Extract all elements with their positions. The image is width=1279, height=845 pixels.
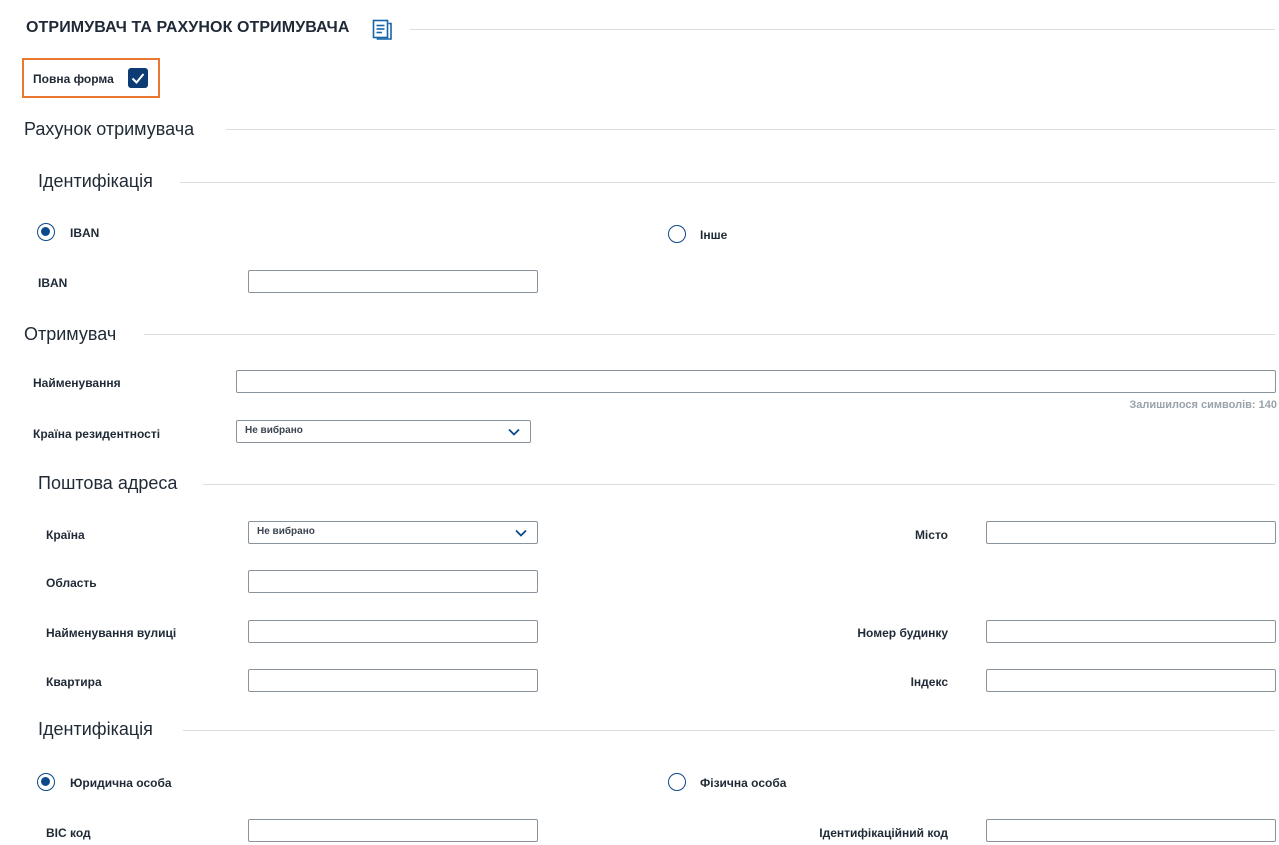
bic-label: BIC код bbox=[46, 826, 91, 840]
city-input[interactable] bbox=[986, 521, 1276, 544]
street-input[interactable] bbox=[248, 620, 538, 643]
account-section-title: Рахунок отримувача bbox=[24, 119, 195, 139]
id-code-label: Ідентифікаційний код bbox=[819, 826, 948, 840]
residence-country-select[interactable]: Не вибрано bbox=[236, 420, 531, 443]
residence-country-value: Не вибрано bbox=[245, 425, 303, 436]
full-form-checkbox[interactable] bbox=[128, 68, 148, 88]
checkmark-icon bbox=[131, 73, 145, 84]
city-label: Місто bbox=[914, 528, 948, 542]
apartment-label: Квартира bbox=[46, 675, 102, 689]
country-value: Не вибрано bbox=[257, 526, 315, 537]
iban-input[interactable] bbox=[248, 270, 538, 293]
chevron-down-icon bbox=[508, 428, 520, 436]
recipient-section-title: Отримувач bbox=[24, 324, 117, 344]
residence-country-label: Країна резидентності bbox=[33, 427, 161, 441]
full-form-label: Повна форма bbox=[33, 72, 114, 86]
title-divider bbox=[410, 29, 1275, 30]
index-input[interactable] bbox=[986, 669, 1276, 692]
region-label: Область bbox=[46, 576, 97, 590]
apartment-input[interactable] bbox=[248, 669, 538, 692]
radio-individual[interactable] bbox=[668, 773, 686, 791]
name-input[interactable] bbox=[236, 370, 1276, 393]
house-input[interactable] bbox=[986, 620, 1276, 643]
radio-other-label: Інше bbox=[700, 228, 728, 242]
page-title: ОТРИМУВАЧ ТА РАХУНОК ОТРИМУВАЧА bbox=[26, 19, 350, 36]
id-code-input[interactable] bbox=[986, 819, 1276, 842]
identification2-title: Ідентифікація bbox=[38, 719, 153, 739]
radio-iban-label: IBAN bbox=[70, 226, 100, 240]
bic-input[interactable] bbox=[248, 819, 538, 842]
house-label: Номер будинку bbox=[857, 626, 948, 640]
identification-divider bbox=[180, 182, 1275, 183]
radio-other[interactable] bbox=[668, 225, 686, 243]
account-divider bbox=[226, 129, 1275, 130]
radio-individual-label: Фізична особа bbox=[700, 776, 787, 790]
region-input[interactable] bbox=[248, 570, 538, 593]
radio-legal-entity[interactable] bbox=[37, 773, 55, 791]
country-select[interactable]: Не вибрано bbox=[248, 521, 538, 544]
chevron-down-icon bbox=[515, 529, 527, 537]
postal-section-title: Поштова адреса bbox=[38, 473, 178, 493]
identification2-divider bbox=[183, 730, 1275, 731]
name-label: Найменування bbox=[33, 376, 121, 390]
identification-title: Ідентифікація bbox=[38, 171, 153, 191]
recipient-divider bbox=[144, 334, 1275, 335]
document-list-icon[interactable] bbox=[371, 18, 393, 40]
radio-iban[interactable] bbox=[37, 223, 55, 241]
iban-label: IBAN bbox=[38, 276, 68, 290]
index-label: Індекс bbox=[910, 675, 948, 689]
chars-left-counter: Залишилося символів: 140 bbox=[1129, 399, 1277, 411]
radio-legal-entity-label: Юридична особа bbox=[70, 776, 172, 790]
country-label: Країна bbox=[46, 528, 85, 542]
street-label: Найменування вулиці bbox=[46, 626, 177, 640]
postal-divider bbox=[203, 484, 1275, 485]
